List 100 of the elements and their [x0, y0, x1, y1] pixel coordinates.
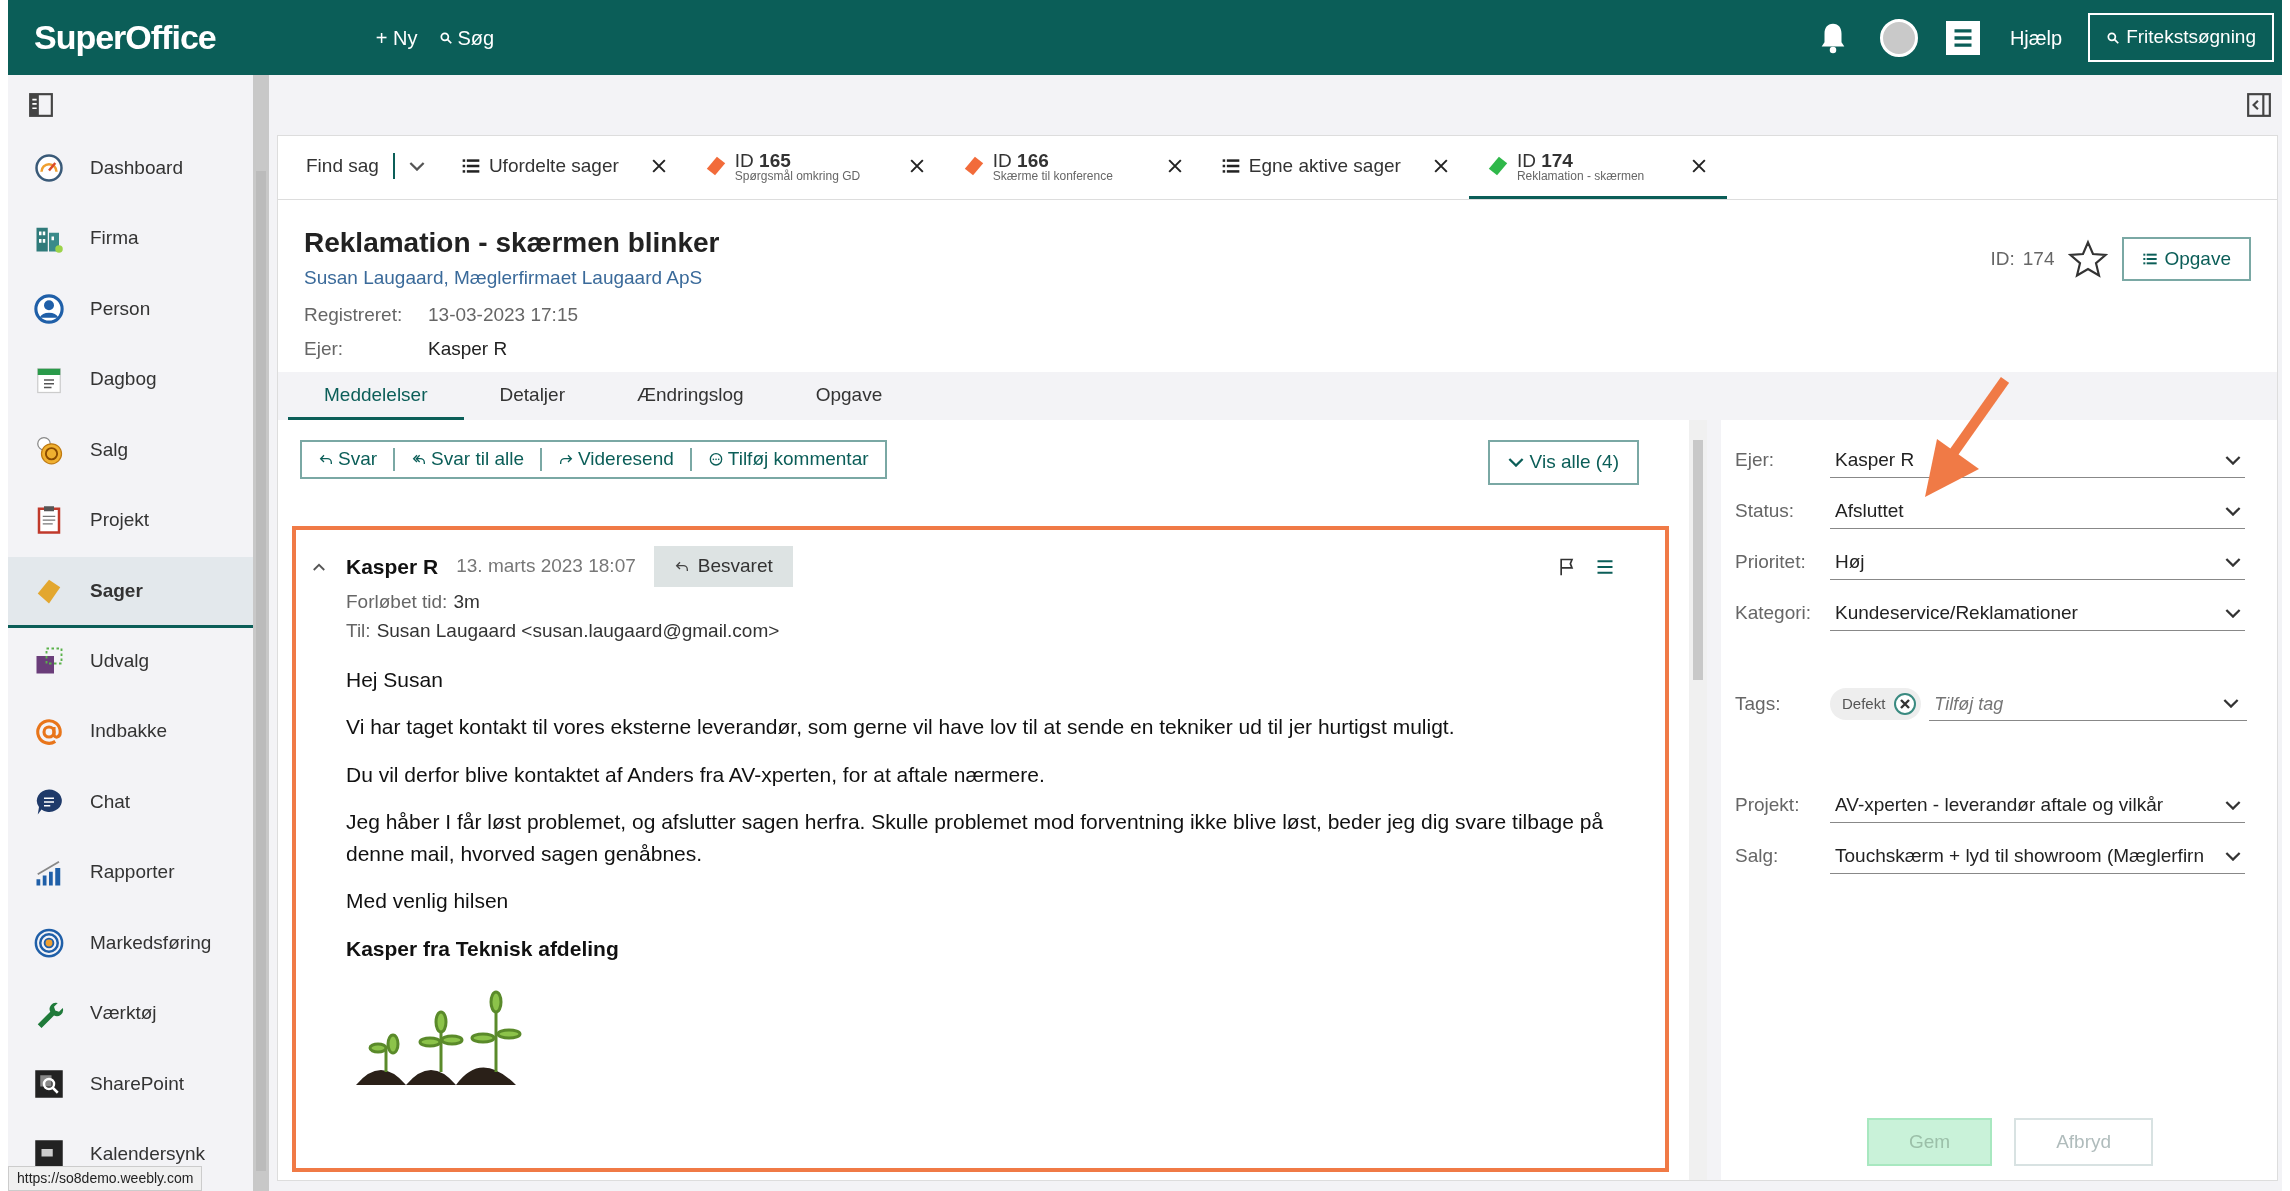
- avatar-icon[interactable]: [1879, 18, 1918, 57]
- sidebar-item[interactable]: Sager: [8, 557, 253, 628]
- free-search-button[interactable]: Fritekstsøgning: [2088, 13, 2274, 62]
- tab[interactable]: Detaljer: [463, 372, 601, 421]
- sidebar-item[interactable]: Firma: [8, 204, 253, 276]
- target-icon: [34, 928, 64, 958]
- sidebar-item[interactable]: Udvalg: [8, 627, 253, 698]
- message-paragraph: Vi har taget kontakt til vores eksterne leverandør, som gerne vil have lov til at sende en tekniker ud til jer hurtigst muligt.: [346, 714, 1456, 741]
- star-icon[interactable]: [2068, 239, 2109, 279]
- sender-name: Kasper R: [346, 553, 439, 580]
- search-icon: [2106, 30, 2121, 45]
- sidebar-item[interactable]: Dagbog: [8, 345, 253, 417]
- scrollbar-thumb[interactable]: [1693, 440, 1703, 681]
- field-label: Status:: [1735, 498, 1796, 523]
- field-label: Projekt:: [1735, 792, 1801, 817]
- field-value: 13-03-2023 17:15: [428, 303, 578, 328]
- tab[interactable]: Opgave: [779, 372, 919, 421]
- sidebar-item[interactable]: Person: [8, 275, 253, 346]
- sidebar-toggle-icon[interactable]: [28, 91, 54, 118]
- action-button[interactable]: Videresend: [542, 448, 692, 472]
- meta-value: Susan Laugaard <susan.laugaard@gmail.com>: [376, 619, 780, 644]
- chevron-down-icon: [408, 161, 425, 171]
- list-icon: [1220, 156, 1241, 176]
- help-link[interactable]: Hjælp: [2009, 22, 2063, 53]
- meta-value: 3m: [453, 589, 480, 614]
- case-title: Reklamation - skærmen blinker: [304, 226, 721, 260]
- message-paragraph: Jeg håber I får løst problemet, og afslutter sagen herfra. Skulle problemet mod forventning ikke blive løst, beder jeg dig svare tilbage på denne mail, hvorved sagen genåbnes.: [346, 809, 1605, 867]
- tab[interactable]: Ændringslog: [601, 372, 780, 421]
- tag-chip: Defekt: [1830, 687, 1922, 720]
- sidebar-item[interactable]: Dashboard: [8, 134, 253, 205]
- id-label: ID:: [1990, 246, 2015, 271]
- new-button[interactable]: + Ny: [375, 22, 418, 53]
- sidebar-item[interactable]: Salg: [8, 416, 253, 487]
- tab[interactable]: ID 165 Spørgsmål omkring GD: [686, 136, 945, 199]
- search-icon: [439, 30, 454, 45]
- sidebar-item[interactable]: Markedsføring: [8, 909, 253, 980]
- sidebar-item[interactable]: Rapporter: [8, 838, 253, 910]
- field-label: Ejer:: [304, 337, 345, 362]
- scrollbar[interactable]: [1689, 420, 1707, 1180]
- action-button[interactable]: Svar til alle: [395, 448, 542, 472]
- id-value: 174: [2022, 246, 2055, 271]
- tab[interactable]: Ufordelte sager: [442, 136, 687, 199]
- remove-tag-icon[interactable]: [1893, 691, 1918, 716]
- field-label: Registreret:: [304, 303, 404, 328]
- url-tooltip: https://so8demo.weebly.com: [8, 1166, 203, 1191]
- chevron-down-icon: [2225, 557, 2241, 567]
- task-button[interactable]: Opgave: [2122, 236, 2251, 282]
- chevron-down-icon: [2225, 455, 2241, 465]
- tab[interactable]: Find sag: [288, 136, 443, 199]
- at-sign-icon: [34, 716, 64, 747]
- meta-label: Forløbet tid:: [346, 589, 448, 614]
- contact-link[interactable]: Susan Laugaard, Mæglerfirmaet Laugaard ApS: [304, 263, 703, 293]
- scrollbar[interactable]: [253, 75, 269, 1191]
- chevron-down-icon: [2225, 800, 2241, 810]
- field-label: Tags:: [1735, 691, 1782, 716]
- search-button[interactable]: Søg: [439, 22, 495, 53]
- sidebar-item[interactable]: Chat: [8, 768, 253, 839]
- sidebar-item[interactable]: Værktøj: [8, 979, 253, 1051]
- menu-icon[interactable]: [1945, 20, 1980, 55]
- magnifier-square-icon: [34, 1068, 64, 1099]
- gauge-icon: [34, 153, 64, 184]
- collapse-panel-icon[interactable]: [2246, 92, 2272, 118]
- tab[interactable]: ID 166 Skærme til konference: [944, 136, 1203, 199]
- chevron-down-icon: [1507, 458, 1524, 468]
- field-label: Kategori:: [1735, 600, 1813, 625]
- chevron-down-icon: [2225, 851, 2241, 861]
- selection-icon: [34, 646, 64, 677]
- show-all-button[interactable]: Vis alle (4): [1487, 440, 1639, 485]
- sidebar-item[interactable]: Indbakke: [8, 698, 253, 769]
- dropdown-field[interactable]: Kundeservice/Reklamationer: [1830, 595, 2245, 631]
- list-icon: [460, 156, 481, 176]
- tag-input[interactable]: Tilføj tag: [1929, 686, 2247, 721]
- chevron-down-icon: [2225, 608, 2241, 618]
- field-value: Kasper R: [428, 337, 508, 362]
- meta-label: Til:: [346, 619, 371, 644]
- sidebar-item[interactable]: SharePoint: [8, 1050, 253, 1121]
- tab[interactable]: ID 174 Reklamation - skærmen: [1468, 136, 1727, 199]
- message-date: 13. marts 2023 18:07: [456, 554, 636, 579]
- dropdown-field[interactable]: Touchskærm + lyd til showroom (Mæglerfirn: [1830, 838, 2245, 874]
- message-paragraph: Hej Susan: [346, 666, 444, 693]
- message-paragraph: Med venlig hilsen: [346, 888, 510, 915]
- signature: Kasper fra Teknisk afdeling: [346, 935, 620, 962]
- dropdown-field[interactable]: Afsluttet: [1830, 493, 2245, 529]
- person-icon: [34, 294, 64, 325]
- dropdown-field[interactable]: AV-xperten - leverandør aftale og vilkår: [1830, 787, 2245, 823]
- tab[interactable]: Egne aktive sager: [1202, 136, 1469, 199]
- dropdown-field[interactable]: Høj: [1830, 544, 2245, 580]
- field-label: Ejer:: [1735, 447, 1776, 472]
- field-label: Salg:: [1735, 843, 1780, 868]
- comment-icon: [707, 451, 724, 468]
- sidebar-item[interactable]: Projekt: [8, 486, 253, 558]
- coin-icon: [34, 434, 64, 465]
- message-paragraph: Du vil derfor blive kontaktet af Anders fra AV-xperten, for at aftale nærmere.: [346, 761, 1046, 788]
- action-button[interactable]: Svar: [302, 448, 396, 472]
- field-label: Prioritet:: [1735, 549, 1807, 574]
- logo: SuperOffice: [34, 17, 216, 58]
- chevron-down-icon: [2223, 699, 2239, 709]
- status-button[interactable]: Besvaret: [653, 546, 793, 587]
- chevron-down-icon: [2225, 506, 2241, 516]
- action-button[interactable]: Tilføj kommentar: [691, 448, 885, 472]
